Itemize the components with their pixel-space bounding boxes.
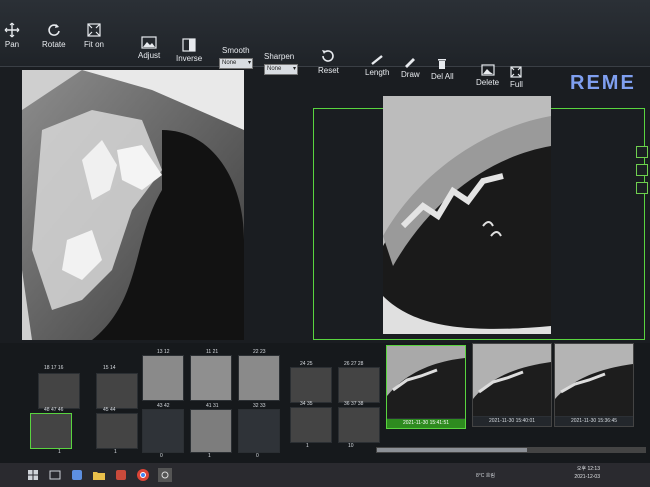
tooth-thumbnail[interactable] <box>338 407 380 443</box>
draw-button[interactable]: Draw <box>401 56 420 79</box>
thumb-count: 1 <box>114 449 117 455</box>
study-preview[interactable]: 2021-11-30 15:40:01 <box>472 343 552 427</box>
xray-image <box>387 346 465 418</box>
tooth-thumbnail-empty[interactable] <box>142 409 184 453</box>
xray-image <box>555 344 633 416</box>
reset-icon <box>322 50 335 62</box>
tooth-thumbnail[interactable] <box>290 407 332 443</box>
xray-image <box>383 96 551 334</box>
draw-label: Draw <box>401 70 420 79</box>
study-preview[interactable]: 2021-11-30 15:36:45 <box>554 343 634 427</box>
windows-taskbar: 8°C 흐림 오후 12:13 2021-12-03 <box>0 463 650 487</box>
windows-start-icon[interactable] <box>26 468 40 482</box>
app-icon[interactable] <box>70 468 84 482</box>
delete-label: Delete <box>476 78 500 87</box>
tooth-thumbnail[interactable] <box>190 355 232 401</box>
fit-on-label: Fit on <box>84 40 105 49</box>
tooth-thumbnail[interactable] <box>96 413 138 449</box>
rotate-icon <box>48 24 60 36</box>
tooth-thumbnail[interactable] <box>290 367 332 403</box>
thumb-count: 1 <box>58 449 61 455</box>
study-scrollbar[interactable] <box>376 447 646 453</box>
tooth-thumbnail[interactable] <box>338 367 380 403</box>
toolbar: Pan Rotate Fit on Adjust Inverse Smooth … <box>0 0 650 89</box>
brand-logo: REME <box>570 72 636 94</box>
task-view-icon[interactable] <box>48 468 62 482</box>
sharpen-label: Sharpen <box>264 52 295 61</box>
side-tool-button[interactable] <box>636 146 648 158</box>
pan-button[interactable]: Pan <box>4 22 20 49</box>
pan-label: Pan <box>4 40 20 49</box>
delete-button[interactable]: Delete <box>476 64 499 87</box>
chrome-icon[interactable] <box>136 468 150 482</box>
del-all-label: Del All <box>431 72 454 81</box>
smooth-select[interactable]: None ▾ <box>219 58 253 69</box>
dental-app-icon[interactable] <box>158 468 172 482</box>
system-clock[interactable]: 오후 12:13 2021-12-03 <box>574 465 600 481</box>
xray-image <box>473 344 551 416</box>
thumb-count: 1 <box>208 453 211 459</box>
clock-time: 오후 12:13 <box>576 466 600 472</box>
app-icon[interactable] <box>114 468 128 482</box>
study-timestamp: 2021-11-30 15:40:01 <box>473 417 551 426</box>
pan-icon <box>4 22 20 38</box>
side-tool-button[interactable] <box>636 182 648 194</box>
fullscreen-icon <box>510 66 523 78</box>
thumb-label: 18 17 16 <box>44 365 64 371</box>
tooth-thumbnail[interactable] <box>96 373 138 409</box>
tooth-thumbnail-empty[interactable] <box>238 409 280 453</box>
rotate-label: Rotate <box>42 40 66 49</box>
sharpen-select[interactable]: None ▾ <box>264 64 298 75</box>
image-adjust-icon <box>141 36 157 49</box>
inverse-label: Inverse <box>176 54 203 63</box>
xray-image <box>22 70 244 340</box>
tooth-thumbnail[interactable] <box>38 373 80 409</box>
inverse-icon <box>182 38 196 52</box>
thumb-count: 10 <box>348 443 354 449</box>
fit-on-button[interactable]: Fit on <box>84 22 104 49</box>
tooth-thumbnail[interactable] <box>190 409 232 453</box>
adjust-label: Adjust <box>138 51 161 60</box>
rotate-button[interactable]: Rotate <box>42 22 66 49</box>
ruler-icon <box>371 55 383 65</box>
chevron-down-icon: ▾ <box>292 66 296 72</box>
smooth-value: None <box>222 60 237 66</box>
clock-date: 2021-12-03 <box>574 474 600 480</box>
length-button[interactable]: Length <box>365 54 389 77</box>
weather-indicator[interactable]: 8°C 흐림 <box>476 472 495 479</box>
folder-icon[interactable] <box>92 468 106 482</box>
tooth-thumbnail[interactable] <box>238 355 280 401</box>
side-tool-strip <box>634 140 650 350</box>
del-all-button[interactable]: Del All <box>431 58 454 81</box>
tooth-thumbnail[interactable] <box>142 355 184 401</box>
study-preview-selected[interactable]: 2021-11-30 15:41:51 <box>386 345 466 429</box>
thumb-count: 0 <box>256 453 259 459</box>
thumb-label: 15 14 <box>103 365 116 371</box>
full-button[interactable]: Full <box>510 66 523 89</box>
length-label: Length <box>365 68 390 77</box>
secondary-xray-view[interactable] <box>383 96 551 334</box>
reset-button[interactable]: Reset <box>318 48 339 75</box>
tooth-thumbnail-selected[interactable] <box>30 413 72 449</box>
full-label: Full <box>510 80 523 89</box>
chevron-down-icon: ▾ <box>247 60 251 66</box>
side-tool-button[interactable] <box>636 164 648 176</box>
inverse-button[interactable]: Inverse <box>176 38 202 63</box>
sharpen-value: None <box>267 66 282 72</box>
thumb-count: 0 <box>160 453 163 459</box>
pencil-icon <box>405 58 416 68</box>
reset-label: Reset <box>318 66 339 75</box>
thumbnail-panel: 18 17 16 15 14 13 12 11 21 22 23 24 25 2… <box>0 343 650 463</box>
main-xray-view[interactable] <box>22 70 244 340</box>
trash-icon <box>438 59 447 69</box>
monitor-screen: Pan Rotate Fit on Adjust Inverse Smooth … <box>0 0 650 487</box>
study-timestamp: 2021-11-30 15:41:51 <box>387 419 465 428</box>
adjust-button[interactable]: Adjust <box>138 36 160 60</box>
study-timestamp: 2021-11-30 15:36:45 <box>555 417 633 426</box>
thumb-count: 1 <box>306 443 309 449</box>
image-delete-icon <box>480 64 495 76</box>
smooth-label: Smooth <box>222 46 250 55</box>
scrollbar-thumb[interactable] <box>377 448 527 452</box>
fit-icon <box>87 23 101 37</box>
